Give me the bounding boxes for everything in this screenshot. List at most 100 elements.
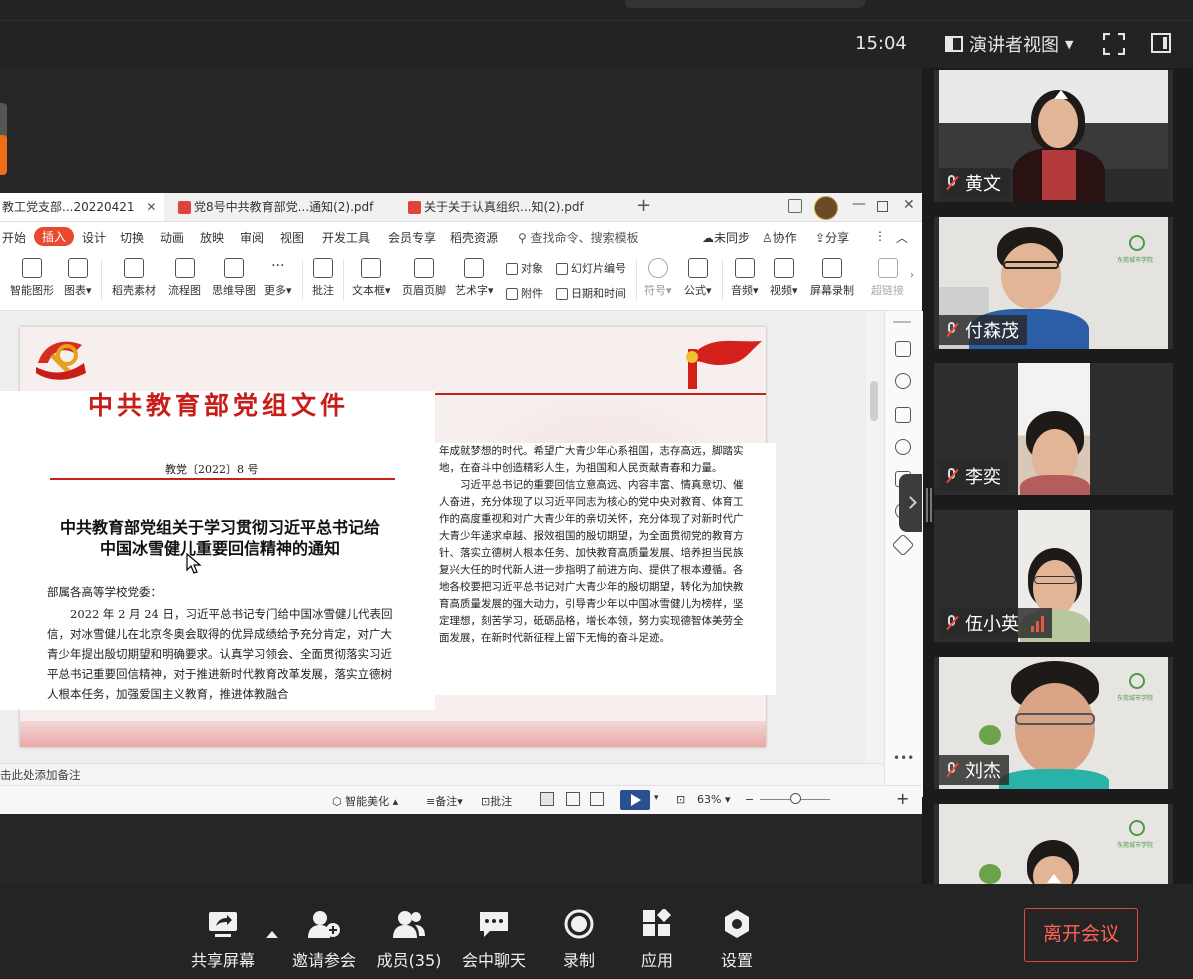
play-options-icon[interactable]: ▾ (654, 793, 659, 803)
attachment-button[interactable]: 附件 (506, 285, 543, 301)
participant-tile[interactable]: 黄文 (934, 70, 1173, 202)
fit-window-icon[interactable]: ⊡ (676, 793, 685, 806)
help-icon[interactable] (895, 439, 911, 455)
sidebar-toggle-icon[interactable] (1151, 33, 1171, 53)
top-handle[interactable] (625, 0, 865, 8)
symbol-button[interactable]: 符号▾ (644, 258, 672, 298)
minimize-icon[interactable]: — (852, 196, 866, 212)
menu-developer[interactable]: 开发工具 (322, 229, 370, 246)
zoom-in-icon[interactable]: + (896, 789, 909, 808)
datetime-button[interactable]: 日期和时间 (556, 285, 626, 301)
restore-icon[interactable] (877, 201, 888, 212)
mindmap-button[interactable]: 思维导图 (212, 258, 256, 298)
menu-insert[interactable]: 插入 (34, 227, 75, 246)
notes-bar[interactable]: 击此处添加备注 (0, 763, 884, 786)
flowchart-button[interactable]: 流程图 (168, 258, 201, 298)
reading-view-icon[interactable] (590, 792, 604, 806)
comment-label: 批注 (312, 284, 334, 297)
invite-button[interactable]: 邀请参会 (290, 909, 358, 971)
star-icon[interactable] (895, 373, 911, 389)
tab-pdf-1[interactable]: 党8号中共教育部党...通知(2).pdf (170, 193, 378, 221)
participant-tile[interactable]: 李奕 (934, 363, 1173, 495)
screen-record-icon (822, 258, 842, 278)
resize-grip[interactable] (926, 488, 932, 522)
participant-tile[interactable]: 东莞城市学院 刘杰 (934, 657, 1173, 789)
video-body (999, 769, 1109, 789)
chart-button[interactable]: 图表▾ (64, 258, 92, 298)
object-button[interactable]: 对象 (506, 260, 543, 276)
close-icon[interactable]: ✕ (146, 200, 156, 214)
share-button[interactable]: ⇪分享 (815, 229, 849, 246)
salutation: 部属各高等学校党委： (47, 585, 162, 599)
vertical-scrollbar[interactable] (866, 311, 884, 763)
properties-icon[interactable] (895, 341, 911, 357)
collapse-panel-button[interactable] (899, 474, 922, 532)
record-icon (564, 909, 594, 939)
comment-button[interactable]: 批注 (312, 258, 334, 298)
collab-button[interactable]: ♙协作 (762, 229, 797, 246)
zoom-level[interactable]: 63% ▾ (697, 793, 730, 806)
daoke-material-button[interactable]: 稻壳素材 (112, 258, 156, 298)
menu-view[interactable]: 视图 (280, 229, 304, 246)
tab-presentation[interactable]: 教工党支部...20220421 ✕ (0, 193, 164, 221)
mouse-cursor-icon (186, 553, 202, 574)
more-insert-button[interactable]: ··· 更多▾ (264, 258, 292, 298)
zoom-out-icon[interactable]: − (745, 793, 754, 806)
share-options-icon[interactable] (266, 931, 278, 938)
smart-shape-button[interactable]: 智能图形 (10, 258, 54, 298)
beautify-button[interactable]: ⬡ 智能美化 ▴ (332, 793, 398, 809)
tab-pdf-2[interactable]: 关于关于认真组织...知(2).pdf (400, 193, 618, 221)
command-search[interactable]: ⚲ 查找命令、搜索模板 (518, 229, 639, 246)
user-avatar[interactable] (814, 196, 838, 220)
menu-transition[interactable]: 切换 (120, 229, 144, 246)
participant-tile[interactable]: 伍小英 (934, 510, 1173, 642)
new-tab-icon[interactable]: + (636, 195, 651, 216)
participant-tile[interactable]: 东莞城市学院 (934, 804, 1173, 884)
header-footer-button[interactable]: 页眉页脚 (402, 258, 446, 298)
view-mode-dropdown[interactable]: 演讲者视图 ▼ (945, 31, 1073, 57)
wordart-button[interactable]: 艺术字▾ (455, 258, 494, 298)
video-button[interactable]: 视频▾ (770, 258, 798, 298)
formula-button[interactable]: 公式▾ (684, 258, 712, 298)
scroll-thumb[interactable] (870, 381, 878, 421)
hyperlink-button[interactable]: 超链接 (871, 258, 904, 298)
grid-view-icon[interactable] (566, 792, 580, 806)
participant-tile[interactable]: 东莞城市学院 付森茂 (934, 217, 1173, 349)
cube-icon[interactable] (891, 533, 915, 557)
side-handle[interactable] (0, 103, 7, 175)
chat-button[interactable]: 会中聊天 (461, 909, 527, 971)
collapse-ribbon-icon[interactable]: ︿ (896, 229, 908, 246)
leave-meeting-button[interactable]: 离开会议 (1024, 908, 1138, 962)
menu-member[interactable]: 会员专享 (388, 229, 436, 246)
audio-button[interactable]: 音频▾ (731, 258, 759, 298)
screen-record-button[interactable]: 屏幕录制 (810, 258, 854, 298)
close-window-icon[interactable]: ✕ (903, 197, 915, 213)
notes-label: 备注 (435, 795, 458, 808)
chevron-right-icon[interactable]: › (910, 270, 914, 281)
menu-start[interactable]: 开始 (2, 229, 26, 246)
zoom-slider-knob[interactable] (790, 793, 801, 804)
textbox-button[interactable]: 文本框▾ (352, 258, 391, 298)
tab-label: 教工党支部...20220421 (2, 200, 135, 214)
transition-icon[interactable] (895, 407, 911, 423)
share-screen-button[interactable]: 共享屏幕 (190, 909, 256, 971)
record-button[interactable]: 录制 (560, 909, 598, 971)
fullscreen-icon[interactable] (1103, 33, 1125, 55)
slide-number-button[interactable]: 幻灯片编号 (556, 260, 626, 276)
menu-review[interactable]: 审阅 (240, 229, 264, 246)
notes-toggle[interactable]: ≡备注▾ (426, 793, 463, 809)
more-icon[interactable]: ••• (893, 751, 914, 765)
play-slideshow-button[interactable] (620, 790, 650, 810)
apps-button[interactable]: 应用 (638, 909, 676, 971)
normal-view-icon[interactable] (540, 792, 554, 806)
menu-slideshow[interactable]: 放映 (200, 229, 224, 246)
layout-icon[interactable] (788, 199, 802, 213)
settings-button[interactable]: 设置 (718, 909, 756, 971)
more-icon[interactable]: ⋮ (874, 229, 886, 243)
sync-status[interactable]: ☁未同步 (702, 229, 750, 246)
menu-daoke[interactable]: 稻壳资源 (450, 229, 498, 246)
menu-design[interactable]: 设计 (82, 229, 106, 246)
members-button[interactable]: 成员(35) (376, 909, 442, 971)
menu-animation[interactable]: 动画 (160, 229, 184, 246)
comments-toggle[interactable]: ⊡批注 (481, 793, 512, 809)
